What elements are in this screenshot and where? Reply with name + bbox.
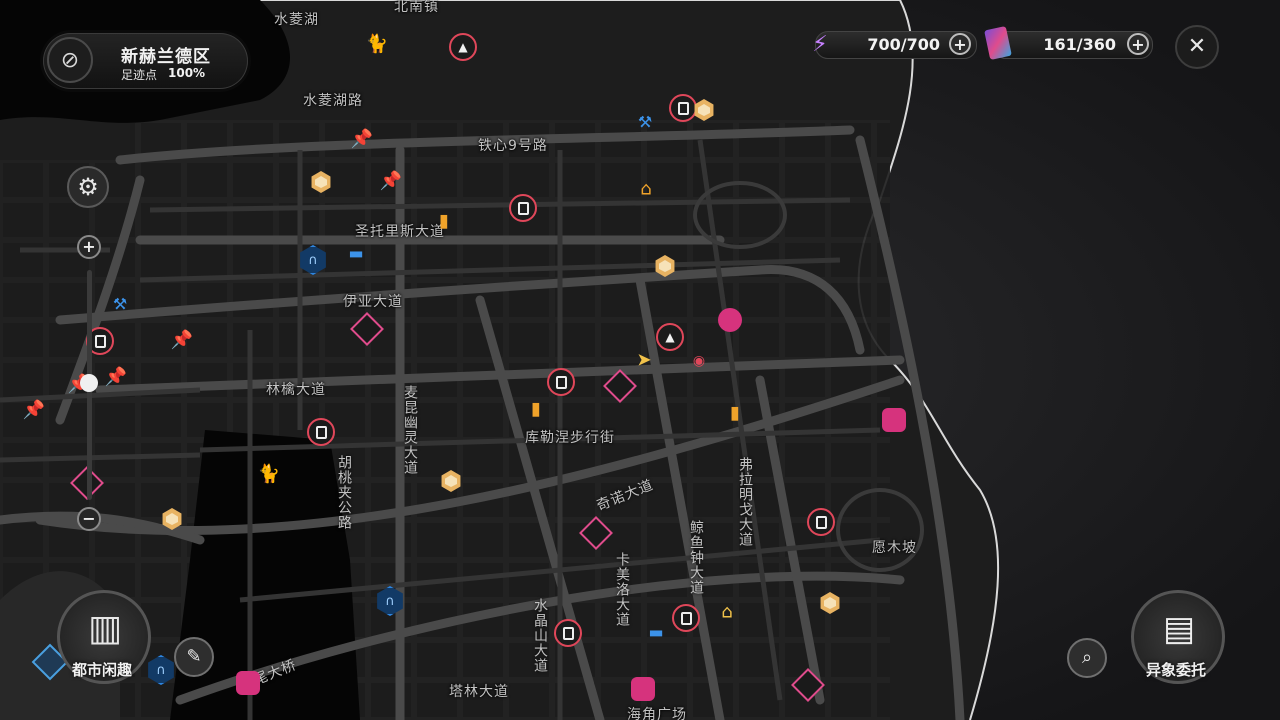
shop-marker-icon[interactable]	[509, 194, 537, 222]
city-buildings-icon: ▥	[87, 608, 122, 649]
map-label-mailun-avenue: 麦昆幽灵大道	[402, 385, 418, 475]
settings-button[interactable]: ⚙	[67, 166, 109, 208]
map-label-beinan-town: 北南镇	[394, 0, 439, 15]
footprint-label: 足迹点	[121, 68, 158, 82]
search-map-icon: ⌕	[1081, 647, 1093, 668]
shop-marker-icon[interactable]	[672, 604, 700, 632]
shop-marker-icon[interactable]	[807, 508, 835, 536]
pushpin-icon[interactable]: 📌	[351, 129, 373, 150]
map-label-folamingo-avenue: 弗拉明戈大道	[737, 457, 753, 547]
map-label-yia-avenue: 伊亚大道	[343, 294, 403, 310]
map-label-tiexin-road: 铁心9号路	[478, 138, 548, 154]
map-label-yuanmu-slope: 愿木坡	[872, 540, 917, 556]
car-icon[interactable]: ▬	[348, 244, 363, 263]
zoom-slider-handle[interactable]	[80, 374, 98, 392]
map-screen: 水菱湖 北南镇 水菱湖路 铁心9号路 圣托里斯大道 伊亚大道 林檎大道 库勒涅步…	[0, 0, 1280, 720]
map-label-linqiao-avenue: 林檎大道	[266, 382, 326, 398]
zoom-in-button[interactable]: +	[77, 235, 101, 259]
checkered-flag-icon[interactable]	[236, 671, 260, 695]
shop-marker-icon[interactable]	[554, 619, 582, 647]
character-portrait-icon[interactable]	[718, 308, 742, 332]
location-panel: ⊘ 新赫兰德区 足迹点 100%	[43, 33, 248, 89]
building-icon[interactable]: ▮	[439, 211, 449, 232]
battery-charge-icon: ⚡	[812, 31, 828, 57]
building-icon[interactable]: ▮	[531, 399, 541, 420]
checkered-flag-icon[interactable]	[631, 677, 655, 701]
pushpin-icon[interactable]: 📌	[380, 171, 402, 192]
notes-icon: ✎	[186, 646, 202, 667]
car-icon[interactable]: ▬	[648, 623, 663, 642]
city-fun-label: 都市闲趣	[72, 661, 133, 679]
player-position-icon: ➤	[636, 349, 652, 371]
map-label-kulenie-street: 库勒涅步行街	[525, 430, 615, 446]
rocket-marker-icon[interactable]: ▲	[656, 323, 684, 351]
pushpin-icon[interactable]: 📌	[105, 367, 127, 388]
map-label-kamei-avenue: 卡美洛大道	[614, 552, 630, 627]
house-icon[interactable]: ⌂	[640, 179, 651, 200]
footprint-percentage: 100%	[168, 66, 206, 80]
cat-icon[interactable]: 🐈	[258, 464, 280, 485]
car-repair-icon[interactable]: ⚒	[638, 113, 652, 132]
card-value: 161/360	[1043, 35, 1116, 54]
search-map-button[interactable]: ⌕	[1067, 638, 1107, 678]
shop-marker-icon[interactable]	[547, 368, 575, 396]
compass-icon[interactable]: ⊘	[47, 37, 93, 83]
bank-icon[interactable]: ⌂	[721, 602, 732, 623]
rocket-marker-icon[interactable]: ▲	[449, 33, 477, 61]
district-name: 新赫兰德区	[121, 47, 211, 67]
zoom-out-button[interactable]: −	[77, 507, 101, 531]
checkered-flag-icon[interactable]	[882, 408, 906, 432]
car-repair-icon[interactable]: ⚒	[113, 295, 127, 314]
building-icon[interactable]: ▮	[730, 403, 740, 424]
pushpin-icon[interactable]: 📌	[23, 400, 45, 421]
add-battery-button[interactable]: +	[949, 33, 971, 55]
map-label-shuiling-lake-road: 水菱湖路	[303, 93, 363, 109]
close-button[interactable]: ✕	[1175, 25, 1219, 69]
add-card-button[interactable]: +	[1127, 33, 1149, 55]
pushpin-icon[interactable]: 📌	[171, 330, 193, 351]
map-label-shuijing-avenue: 水晶山大道	[532, 598, 548, 673]
map-label-shuiling-lake: 水菱湖	[274, 12, 319, 28]
map-label-sttorris-avenue: 圣托里斯大道	[355, 224, 445, 240]
map-label-haijiao-square: 海角广场	[627, 707, 687, 720]
map-label-jingyu-avenue: 鲸鱼钟大道	[688, 520, 704, 595]
battery-charge-value: 700/700	[867, 35, 940, 54]
bangboo-icon[interactable]: ◉	[693, 353, 705, 369]
map-label-hutao-road: 胡桃夹公路	[336, 455, 352, 530]
anomaly-commission-label: 异象委托	[1146, 661, 1207, 679]
shop-marker-icon[interactable]	[307, 418, 335, 446]
cat-icon[interactable]: 🐈	[366, 34, 388, 55]
notes-button[interactable]: ✎	[174, 637, 214, 677]
shop-marker-icon[interactable]	[669, 94, 697, 122]
map-label-talin-avenue: 塔林大道	[449, 684, 509, 700]
folder-icon: ▤	[1162, 609, 1196, 649]
